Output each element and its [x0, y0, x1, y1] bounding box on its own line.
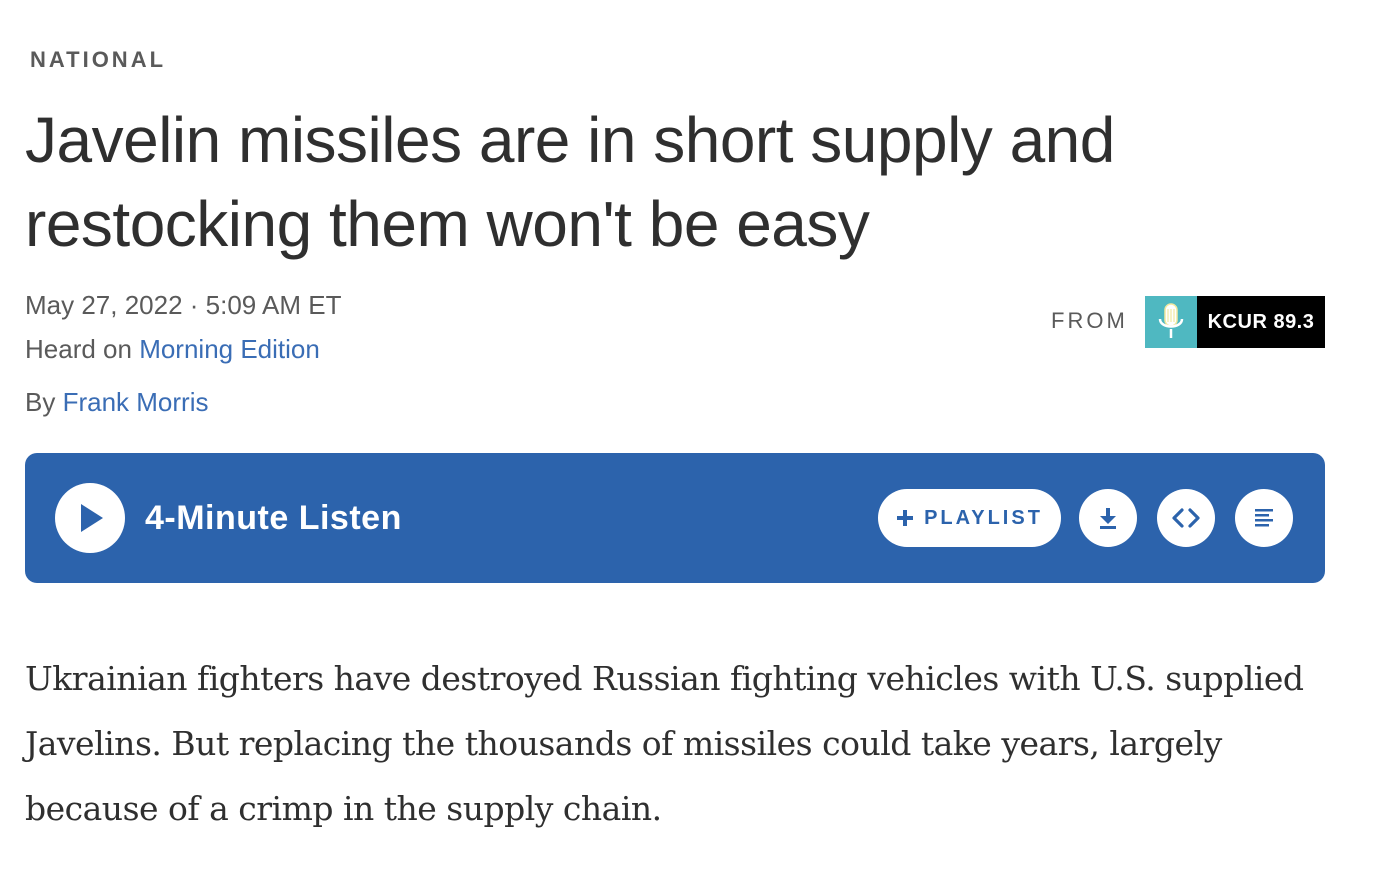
- download-icon: [1100, 508, 1116, 529]
- station-logo[interactable]: KCUR 89.3: [1145, 296, 1325, 348]
- byline: By Frank Morris: [25, 387, 208, 418]
- audio-player: 4-Minute Listen PLAYLIST: [25, 453, 1325, 583]
- byline-prefix: By: [25, 387, 63, 417]
- microphone-icon: [1145, 296, 1197, 348]
- embed-icon: [1172, 508, 1200, 528]
- listen-duration-label: 4-Minute Listen: [145, 499, 402, 537]
- play-button[interactable]: [55, 483, 125, 553]
- station-name: KCUR 89.3: [1197, 296, 1325, 348]
- playlist-label: PLAYLIST: [924, 506, 1043, 529]
- article-teaser: Ukrainian fighters have destroyed Russia…: [25, 659, 1304, 828]
- add-to-playlist-button[interactable]: PLAYLIST: [878, 489, 1061, 547]
- article-headline: Javelin missiles are in short supply and…: [25, 104, 1115, 260]
- plus-icon: [897, 510, 914, 526]
- transcript-icon: [1255, 509, 1273, 527]
- embed-button[interactable]: [1157, 489, 1215, 547]
- heard-on-prefix: Heard on: [25, 334, 140, 364]
- article-dateline: May 27, 2022 · 5:09 AM ET: [25, 290, 342, 320]
- download-button[interactable]: [1079, 489, 1137, 547]
- program-link[interactable]: Morning Edition: [139, 334, 320, 364]
- from-label: FROM: [1051, 308, 1128, 333]
- play-icon: [81, 504, 103, 532]
- section-label[interactable]: NATIONAL: [30, 47, 166, 73]
- heard-on-line: Heard on Morning Edition: [25, 334, 320, 365]
- author-link[interactable]: Frank Morris: [63, 387, 209, 417]
- transcript-button[interactable]: [1235, 489, 1293, 547]
